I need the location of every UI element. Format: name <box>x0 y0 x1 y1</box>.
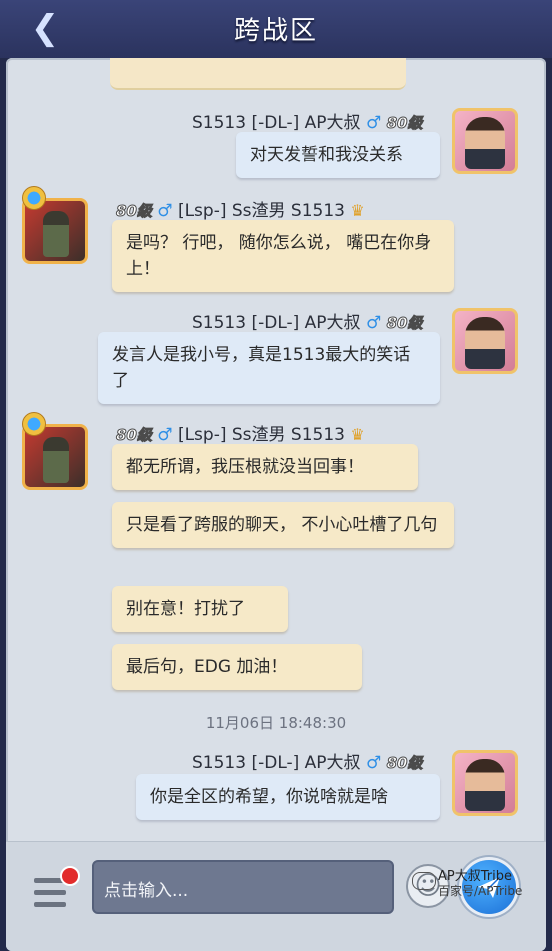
chat-bubble[interactable]: 别在意！打扰了 <box>112 586 288 632</box>
chat-bubble[interactable]: 只是看了跨服的聊天， 不小心吐槽了几句 <box>112 502 454 548</box>
crown-icon: ♛ <box>350 425 365 444</box>
message-input[interactable]: 点击输入... <box>92 860 394 914</box>
top-bar: ❮ 跨战区 <box>0 0 552 58</box>
male-icon: ♂ <box>157 425 173 445</box>
chat-bubble[interactable]: 你是全区的希望，你说啥就是啥 <box>136 774 440 820</box>
previous-message-bubble <box>110 58 406 90</box>
level-badge: 80级 <box>116 426 153 445</box>
wechat-logo-icon <box>412 872 436 890</box>
watermark: AP大叔Tribe 百家号/APTribe <box>438 869 523 899</box>
male-icon: ♂ <box>157 201 173 221</box>
level-badge: 80级 <box>386 114 423 133</box>
level-badge: 80级 <box>386 314 423 333</box>
portrait-image <box>465 317 505 369</box>
menu-line <box>34 890 66 895</box>
chat-bubble[interactable]: 发言人是我小号，真是1513最大的笑话了 <box>98 332 440 404</box>
menu-line <box>34 902 66 907</box>
page-title: 跨战区 <box>233 16 318 46</box>
sender-name: 80级 ♂ [Lsp-] Ss渣男 S1513 ♛ <box>116 425 365 445</box>
sender-name: S1513 [-DL-] AP大叔 ♂ 80级 <box>192 753 423 773</box>
sender-name: S1513 [-DL-] AP大叔 ♂ 80级 <box>192 313 423 333</box>
chat-bubble[interactable]: 是吗？ 行吧， 随你怎么说， 嘴巴在你身上！ <box>112 220 454 292</box>
avatar[interactable] <box>452 108 518 174</box>
timestamp: 11月06日 18:48:30 <box>205 714 347 732</box>
watermark-line: 百家号/APTribe <box>438 884 523 898</box>
male-icon: ♂ <box>365 313 382 333</box>
sender-name: 80级 ♂ [Lsp-] Ss渣男 S1513 ♛ <box>116 201 365 221</box>
level-badge: 80级 <box>386 754 423 773</box>
male-icon: ♂ <box>365 113 382 133</box>
chat-panel[interactable]: S1513 [-DL-] AP大叔 ♂ 80级 对天发誓和我没关系 80级 ♂ … <box>6 58 546 951</box>
avatar[interactable] <box>452 308 518 374</box>
male-icon: ♂ <box>365 753 382 773</box>
portrait-image <box>465 759 505 811</box>
portrait-image <box>43 437 69 483</box>
vip-badge-icon <box>22 412 46 436</box>
portrait-image <box>43 211 69 257</box>
level-badge: 80级 <box>116 202 153 221</box>
crown-icon: ♛ <box>350 201 365 220</box>
watermark-line: AP大叔Tribe <box>438 869 512 884</box>
chat-bubble[interactable]: 最后句，EDG 加油！ <box>112 644 362 690</box>
chat-bubble[interactable]: 都无所谓，我压根就没当回事！ <box>112 444 418 490</box>
chat-bubble[interactable]: 对天发誓和我没关系 <box>236 132 440 178</box>
avatar[interactable] <box>452 750 518 816</box>
sender-name: S1513 [-DL-] AP大叔 ♂ 80级 <box>192 113 423 133</box>
vip-badge-icon <box>22 186 46 210</box>
portrait-image <box>465 117 505 169</box>
notification-dot <box>60 866 80 886</box>
